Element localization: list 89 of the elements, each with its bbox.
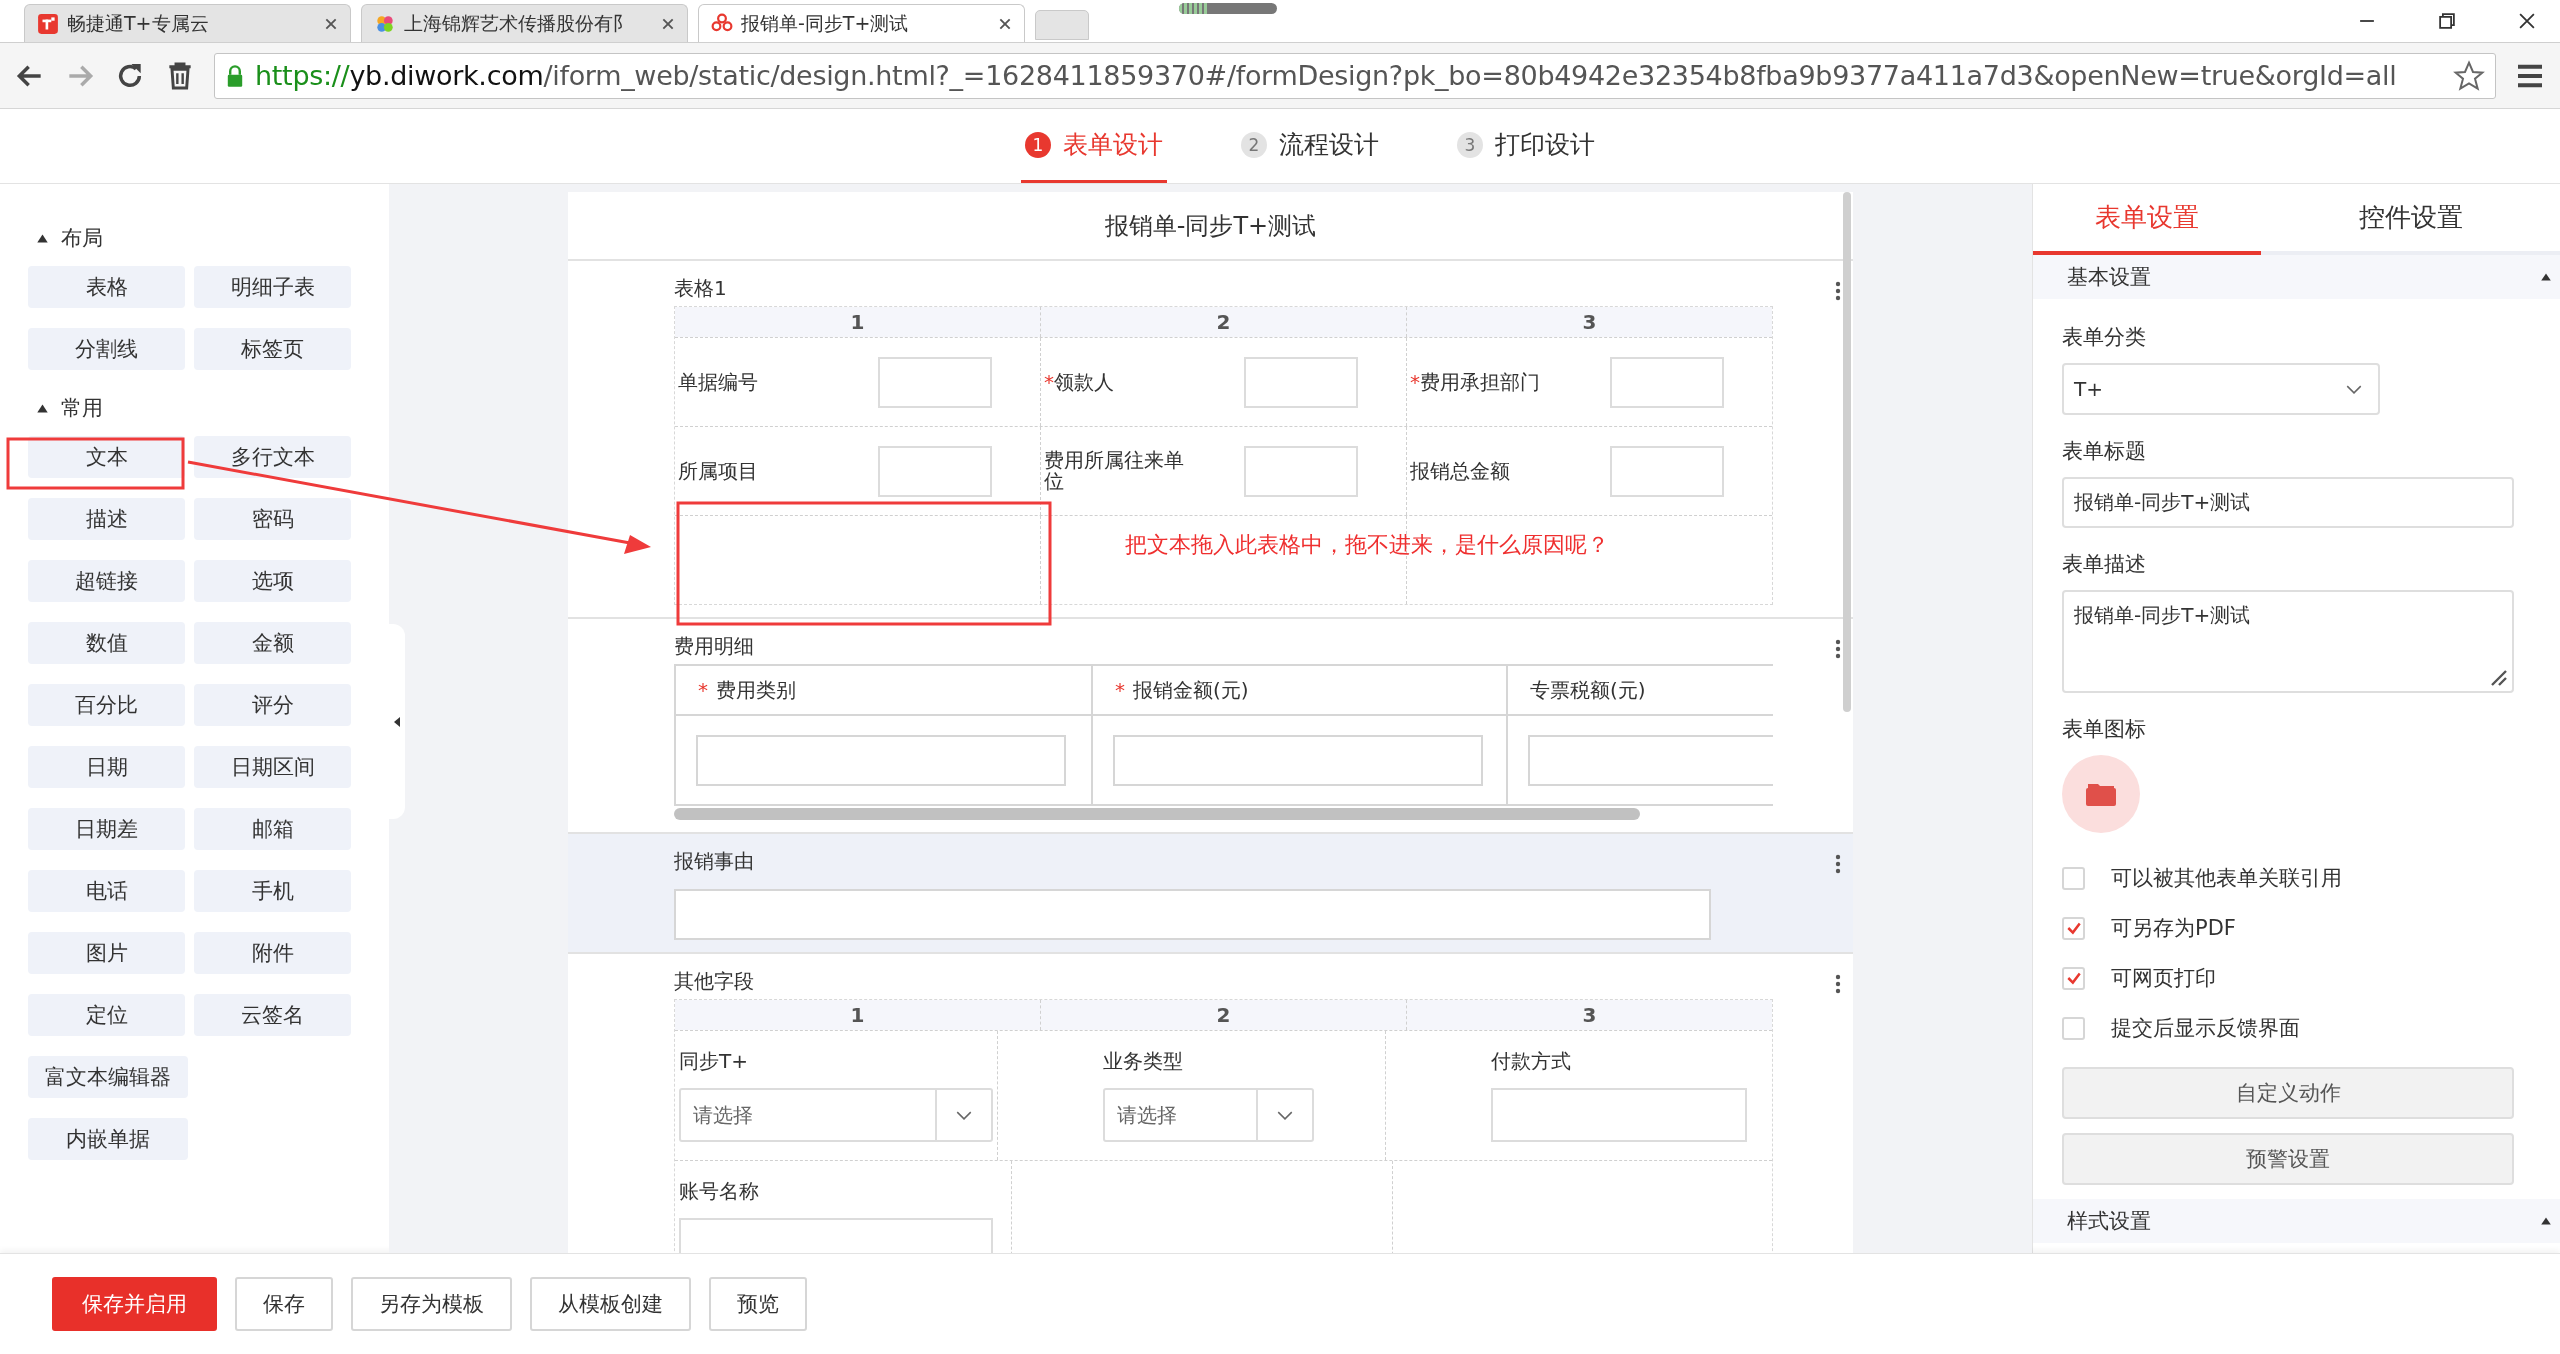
settings-button[interactable]: 预警设置	[2062, 1133, 2514, 1185]
column-header: 费用类别	[716, 676, 796, 704]
column-number: 2	[1040, 1000, 1406, 1030]
section-title: 基本设置	[2067, 264, 2151, 291]
field-label: 表单图标	[2062, 716, 2146, 743]
widget-button[interactable]: 邮箱	[194, 808, 351, 850]
widget-button[interactable]: 日期	[28, 746, 185, 788]
checkbox-label: 可以被其他表单关联引用	[2111, 865, 2342, 892]
widget-button[interactable]: 多行文本	[194, 436, 351, 478]
action-button[interactable]: 保存并启用	[52, 1277, 217, 1331]
column-header: 专票税额(元)	[1530, 676, 1646, 704]
widget-button[interactable]: 数值	[28, 622, 185, 664]
field-label: 账号名称	[679, 1181, 759, 1202]
field-label: 报销总金额	[1410, 458, 1510, 483]
widget-button[interactable]: 明细子表	[194, 266, 351, 308]
widget-button[interactable]: 附件	[194, 932, 351, 974]
tab-title: 报销单-同步T+测试	[741, 10, 910, 36]
checkbox-label: 可另存为PDF	[2111, 915, 2236, 942]
settings-button[interactable]: 自定义动作	[2062, 1067, 2514, 1119]
column-number: 1	[849, 1002, 866, 1029]
widget-button[interactable]: 日期差	[28, 808, 185, 850]
section-label: 其他字段	[674, 968, 755, 995]
section-label: 费用明细	[674, 633, 755, 660]
field-label: 业务类型	[1103, 1051, 1183, 1072]
step-tab[interactable]: 2 流程设计	[1237, 109, 1383, 183]
tab-title: 上海锦辉艺术传播股份有阝	[404, 10, 633, 36]
required-marker: *	[1044, 369, 1054, 394]
action-button[interactable]: 从模板创建	[530, 1277, 691, 1331]
group-title: 布局	[61, 225, 103, 252]
required-marker: *	[698, 678, 708, 702]
widget-button[interactable]: 评分	[194, 684, 351, 726]
section-label: 表格1	[674, 275, 728, 302]
section-title: 样式设置	[2067, 1208, 2151, 1235]
widget-button[interactable]: 分割线	[28, 328, 185, 370]
annotation-text: 把文本拖入此表格中，拖不进来，是什么原因呢？	[1125, 531, 1609, 559]
section-label: 报销事由	[674, 848, 755, 875]
widget-button[interactable]: 内嵌单据	[28, 1118, 188, 1160]
checkbox-label: 可网页打印	[2111, 965, 2216, 992]
widget-button[interactable]: 描述	[28, 498, 185, 540]
step-tab[interactable]: 3 打印设计	[1453, 109, 1599, 183]
column-number: 3	[1406, 307, 1772, 337]
action-button[interactable]: 预览	[709, 1277, 807, 1331]
field-label: 费用所属往来单位	[1044, 448, 1184, 493]
action-button[interactable]: 另存为模板	[351, 1277, 512, 1331]
select-field[interactable]: 请选择	[1103, 1088, 1314, 1142]
settings-tab[interactable]: 控件设置	[2261, 184, 2560, 255]
column-number: 2	[1040, 307, 1406, 337]
widget-button[interactable]: 富文本编辑器	[28, 1056, 188, 1098]
input-field[interactable]: 报销单-同步T+测试	[2062, 477, 2514, 528]
widget-button[interactable]: 表格	[28, 266, 185, 308]
field-label: 单据编号	[678, 369, 758, 394]
field-label: 表单分类	[2062, 324, 2146, 351]
widget-button[interactable]: 超链接	[28, 560, 185, 602]
field-label: 付款方式	[1490, 1051, 1571, 1072]
widget-button[interactable]: 云签名	[194, 994, 351, 1036]
address-field[interactable]: https://yb.diwork.com/iform_web/static/design.html?_=1628411859370#/formDesign?pk_bo=80b4942e32354b8fba9b9377a411a7d3&openNew=true&orgId=all	[214, 52, 2496, 99]
widget-button[interactable]: 标签页	[194, 328, 351, 370]
browser-tab[interactable]: 报销单-同步T+测试	[698, 4, 1025, 42]
browser-tab[interactable]: 上海锦辉艺术传播股份有阝	[361, 4, 688, 42]
column-header: 报销金额(元)	[1133, 676, 1249, 704]
widget-button[interactable]: 百分比	[28, 684, 185, 726]
column-number: 3	[1406, 1000, 1772, 1030]
tab-title: 畅捷通T+专属云	[67, 10, 210, 36]
required-marker: *	[1115, 678, 1125, 702]
required-marker: *	[1410, 369, 1420, 394]
field-label: 费用承担部门	[1420, 369, 1540, 394]
field-label: 表单描述	[2062, 551, 2146, 578]
widget-button[interactable]: 手机	[194, 870, 351, 912]
widget-button[interactable]: 金额	[194, 622, 351, 664]
field-label: 所属项目	[678, 458, 758, 483]
select-field[interactable]: T+	[2062, 363, 2380, 415]
widget-button[interactable]: 定位	[28, 994, 185, 1036]
widget-button[interactable]: 选项	[194, 560, 351, 602]
widget-button[interactable]: 日期区间	[194, 746, 351, 788]
checkbox-label: 提交后显示反馈界面	[2111, 1015, 2300, 1042]
action-button[interactable]: 保存	[235, 1277, 333, 1331]
field-label: 领款人	[1054, 369, 1114, 394]
widget-button[interactable]: 图片	[28, 932, 185, 974]
url-text: https://yb.diwork.com/iform_web/static/design.html?_=1628411859370#/formDesign?pk_bo=80b4942e32354b8fba9b9377a411a7d3&openNew=true&orgId=all	[255, 60, 2398, 91]
widget-button[interactable]: 密码	[194, 498, 351, 540]
select-field[interactable]: 请选择	[679, 1088, 993, 1142]
widget-button[interactable]: 电话	[28, 870, 185, 912]
group-title: 常用	[61, 395, 103, 422]
field-label: 同步T+	[679, 1051, 748, 1072]
browser-tab[interactable]: 畅捷通T+专属云	[24, 4, 351, 42]
field-label: 表单标题	[2062, 438, 2146, 465]
form-section[interactable]: 报销事由	[568, 834, 1853, 954]
text-area[interactable]: 报销单-同步T+测试	[2062, 590, 2514, 693]
column-number: 1	[849, 309, 866, 336]
